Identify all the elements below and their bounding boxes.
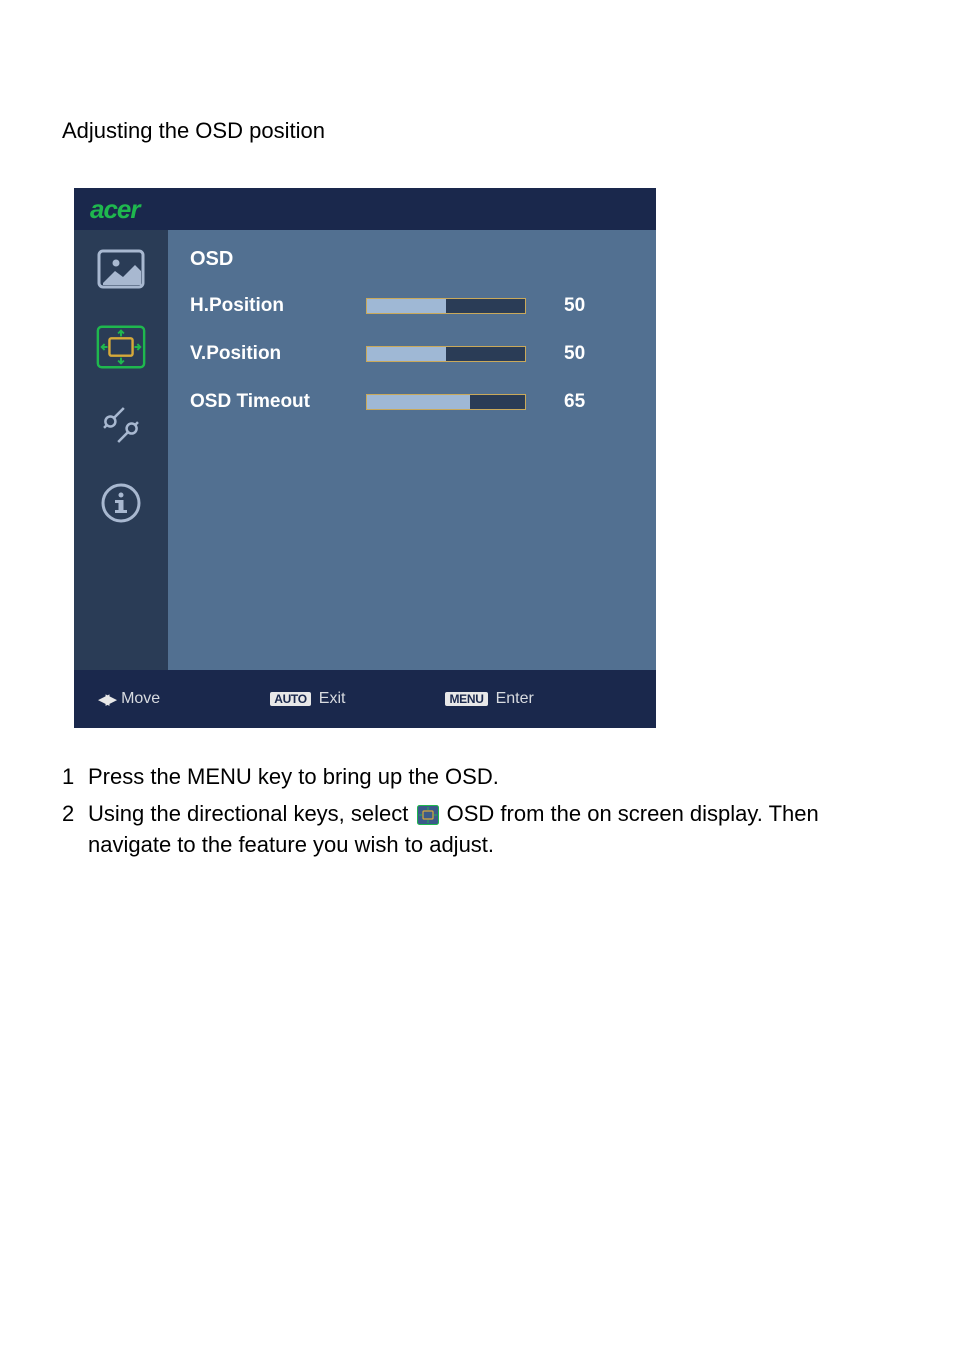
sidebar-item-info[interactable] [94,478,148,528]
vposition-slider[interactable] [366,346,526,362]
setting-label: V.Position [190,343,366,365]
osd-header: acer [74,188,656,230]
sidebar-item-settings[interactable] [94,400,148,450]
brand-logo: acer [90,194,140,225]
instruction-text: Press the MENU key to bring up the OSD. [88,762,892,793]
sidebar-item-picture[interactable] [94,244,148,294]
left-right-arrow-icon: ◀▶ [98,690,113,708]
setting-label: H.Position [190,295,366,317]
menu-badge: MENU [445,692,487,706]
footer-exit: AUTO Exit [270,690,345,708]
setting-label: OSD Timeout [190,391,366,413]
osd-icon [94,322,148,372]
instructions-list: 1 Press the MENU key to bring up the OSD… [62,762,892,860]
instruction-1: 1 Press the MENU key to bring up the OSD… [62,762,892,793]
slider-fill [367,395,470,409]
osd-timeout-slider[interactable] [366,394,526,410]
osd-panel: acer [74,188,656,728]
slider-fill [367,299,446,313]
footer-enter-label: Enter [496,690,534,708]
setting-value: 65 [564,391,585,413]
osd-content: OSD H.Position 50 V.Position 50 OSD Time… [168,230,656,670]
info-icon [100,482,142,524]
auto-badge: AUTO [270,692,311,706]
setting-value: 50 [564,295,585,317]
osd-footer: ◀▶ Move AUTO Exit MENU Enter [74,670,656,728]
settings-icon [99,403,143,447]
footer-move-label: Move [121,690,160,708]
hposition-slider[interactable] [366,298,526,314]
footer-exit-label: Exit [319,690,346,708]
osd-body: OSD H.Position 50 V.Position 50 OSD Time… [74,230,656,670]
instruction-number: 1 [62,762,88,793]
footer-enter: MENU Enter [445,690,533,708]
setting-vposition[interactable]: V.Position 50 [190,341,632,367]
sidebar [74,230,168,670]
instruction-2-pre: Using the directional keys, select [88,801,415,826]
setting-osd-timeout[interactable]: OSD Timeout 65 [190,389,632,415]
footer-move: ◀▶ Move [98,690,160,708]
instruction-2: 2 Using the directional keys, select OSD… [62,799,892,861]
setting-value: 50 [564,343,585,365]
slider-fill [367,347,446,361]
sidebar-item-osd[interactable] [94,322,148,372]
picture-icon [97,249,145,289]
osd-inline-icon [417,805,439,825]
instruction-number: 2 [62,799,88,861]
setting-hposition[interactable]: H.Position 50 [190,293,632,319]
doc-heading: Adjusting the OSD position [62,118,892,144]
section-title: OSD [190,248,632,271]
instruction-text: Using the directional keys, select OSD f… [88,799,892,861]
